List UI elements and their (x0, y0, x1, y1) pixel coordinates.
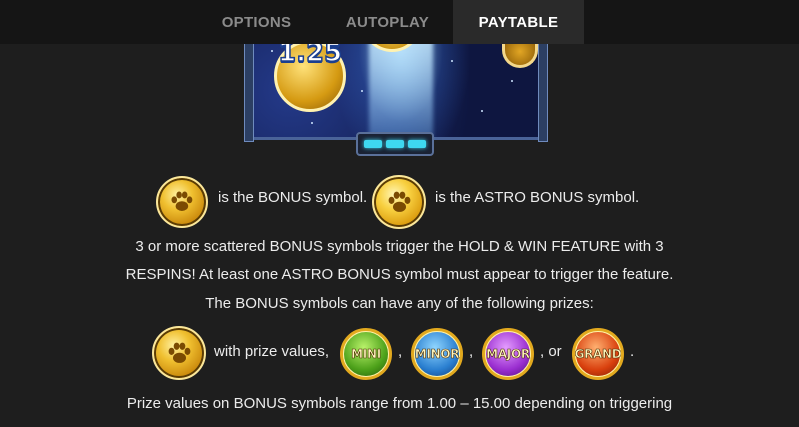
preview-frame-left (244, 30, 254, 142)
tab-bar-filler (584, 0, 799, 44)
bonus-paw-coin-icon (156, 176, 208, 228)
feature-preview-image: 1.25 (244, 16, 548, 156)
prize-range-text: Prize values on BONUS symbols range from… (126, 395, 673, 412)
prize-separator: , (469, 343, 474, 360)
prize-separator: , or (540, 343, 562, 360)
prize-values-text: with prize values, (214, 343, 330, 360)
prize-separator: , (398, 343, 403, 360)
star (511, 80, 513, 82)
astro-bonus-symbol-text: is the ASTRO BONUS symbol. (435, 189, 640, 206)
tab-paytable[interactable]: PAYTABLE (453, 0, 584, 44)
rules-line-3: The BONUS symbols can have any of the fo… (205, 295, 594, 312)
star (271, 50, 273, 52)
minor-label: MINOR (414, 347, 460, 362)
major-label: MAJOR (486, 347, 531, 362)
mini-jackpot-icon: MINI (340, 328, 392, 380)
rules-line-2: RESPINS! At least one ASTRO BONUS symbol… (125, 266, 674, 283)
star (451, 60, 453, 62)
prize-end-period: . (630, 343, 635, 360)
star (361, 90, 363, 92)
indicator-light (364, 140, 382, 148)
indicator-light (408, 140, 426, 148)
minor-jackpot-icon: MINOR (411, 328, 463, 380)
major-jackpot-icon: MAJOR (482, 328, 534, 380)
grand-label: GRAND (574, 347, 622, 362)
bonus-symbol-text: is the BONUS symbol. (218, 189, 368, 206)
astro-bonus-paw-coin-icon (372, 175, 426, 229)
star (481, 110, 483, 112)
star (311, 122, 313, 124)
mini-label: MINI (351, 347, 382, 362)
preview-base (356, 132, 434, 156)
tab-options[interactable]: OPTIONS (191, 0, 322, 44)
tab-autoplay[interactable]: AUTOPLAY (322, 0, 453, 44)
rules-line-1: 3 or more scattered BONUS symbols trigge… (135, 238, 664, 255)
indicator-light (386, 140, 404, 148)
bonus-paw-coin-icon (152, 326, 206, 380)
preview-frame-right (538, 30, 548, 142)
tab-bar: OPTIONS AUTOPLAY PAYTABLE (0, 0, 799, 44)
tab-bar-spacer (0, 0, 191, 44)
grand-jackpot-icon: GRAND (572, 328, 624, 380)
